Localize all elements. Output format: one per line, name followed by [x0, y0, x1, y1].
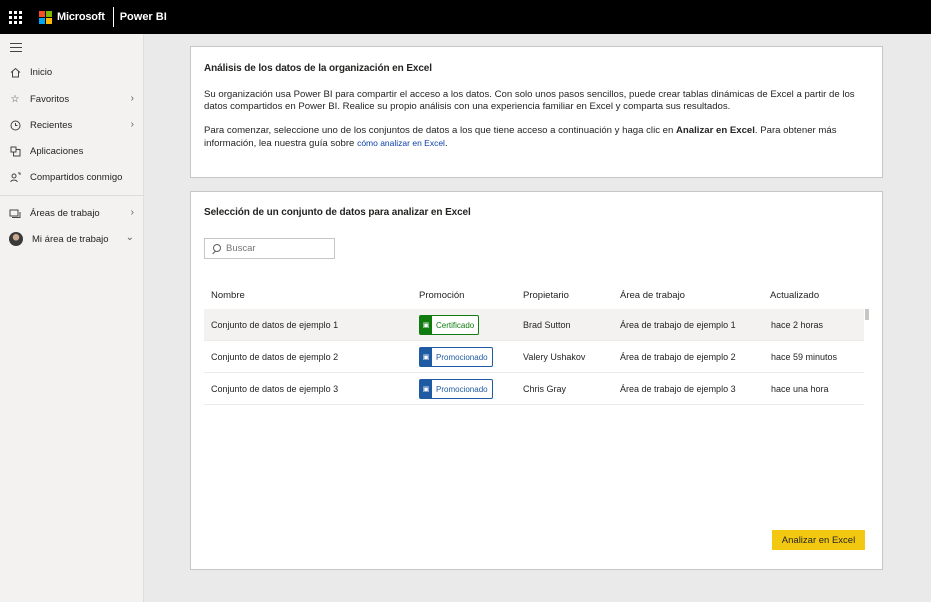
dataset-updated: hace una hora: [771, 384, 829, 394]
badge-label: Promocionado: [436, 352, 488, 362]
brand-name: Microsoft: [57, 11, 105, 23]
microsoft-logo: [39, 10, 52, 24]
dataset-selection-card: Selección de un conjunto de datos para a…: [190, 191, 883, 570]
certified-icon: ▣: [420, 316, 432, 334]
clock-icon: [9, 119, 21, 131]
shared-icon: [9, 171, 21, 183]
table-row[interactable]: Conjunto de datos de ejemplo 1 ▣ Certifi…: [204, 309, 864, 341]
intro-paragraph-2: Para comenzar, seleccione uno de los con…: [204, 125, 872, 151]
column-header-promotion[interactable]: Promoción: [419, 290, 464, 301]
search-box[interactable]: [204, 238, 335, 259]
dataset-name: Conjunto de datos de ejemplo 2: [211, 352, 339, 362]
intro-text-bold: Analizar en Excel: [676, 125, 755, 136]
search-input[interactable]: [226, 243, 326, 254]
analyze-in-excel-button[interactable]: Analizar en Excel: [772, 530, 865, 550]
intro-title: Análisis de los datos de la organización…: [204, 63, 432, 74]
star-icon: ☆: [10, 93, 20, 105]
badge-label: Promocionado: [436, 384, 488, 394]
sidebar: Inicio ☆ Favoritos › Recientes › Aplicac…: [0, 34, 144, 602]
home-icon: [9, 66, 21, 78]
sidebar-item-label: Aplicaciones: [30, 145, 84, 157]
sidebar-divider: [0, 195, 144, 196]
intro-text-start: Para comenzar, seleccione uno de los con…: [204, 125, 676, 136]
promoted-badge: ▣ Promocionado: [419, 347, 493, 367]
column-header-owner[interactable]: Propietario: [523, 290, 569, 301]
product-name[interactable]: Power BI: [120, 11, 167, 23]
avatar: [9, 232, 23, 246]
table-scrollbar[interactable]: [865, 309, 869, 320]
analyze-guide-link[interactable]: cómo analizar en Excel: [357, 138, 445, 148]
intro-paragraph-1: Su organización usa Power BI para compar…: [204, 89, 855, 113]
sidebar-item-favorites[interactable]: ☆ Favoritos ›: [0, 88, 144, 110]
chevron-right-icon[interactable]: ›: [131, 207, 134, 218]
apps-icon: [9, 145, 21, 157]
sidebar-item-label: Áreas de trabajo: [30, 207, 100, 219]
dataset-updated: hace 2 horas: [771, 320, 824, 330]
dataset-owner: Valery Ushakov: [523, 352, 586, 362]
search-icon: [211, 243, 221, 254]
table-row[interactable]: Conjunto de datos de ejemplo 2 ▣ Promoci…: [204, 341, 864, 373]
top-bar: Microsoft Power BI: [0, 0, 931, 34]
sidebar-item-apps[interactable]: Aplicaciones: [0, 140, 144, 162]
table-row[interactable]: Conjunto de datos de ejemplo 3 ▣ Promoci…: [204, 373, 864, 405]
chevron-right-icon[interactable]: ›: [131, 93, 134, 104]
dataset-name: Conjunto de datos de ejemplo 1: [211, 320, 339, 330]
sidebar-item-home[interactable]: Inicio: [0, 61, 144, 83]
sidebar-item-recent[interactable]: Recientes ›: [0, 114, 144, 136]
selection-title: Selección de un conjunto de datos para a…: [204, 207, 471, 218]
promoted-icon: ▣: [420, 348, 432, 366]
sidebar-item-label: Compartidos conmigo: [30, 171, 123, 183]
intro-card: Análisis de los datos de la organización…: [190, 46, 883, 178]
column-header-name[interactable]: Nombre: [211, 290, 245, 301]
badge-label: Certificado: [436, 320, 475, 330]
dataset-workspace: Área de trabajo de ejemplo 1: [620, 320, 736, 330]
certified-badge: ▣ Certificado: [419, 315, 480, 335]
sidebar-item-workspaces[interactable]: Áreas de trabajo ›: [0, 202, 144, 224]
promoted-icon: ▣: [420, 380, 432, 398]
column-header-updated[interactable]: Actualizado: [770, 290, 819, 301]
hamburger-menu-icon[interactable]: [10, 43, 22, 52]
sidebar-item-shared[interactable]: Compartidos conmigo: [0, 166, 144, 188]
column-header-workspace[interactable]: Área de trabajo: [620, 290, 685, 301]
sidebar-item-label: Mi área de trabajo: [32, 233, 109, 245]
dataset-name: Conjunto de datos de ejemplo 3: [211, 384, 339, 394]
dataset-updated: hace 59 minutos: [771, 352, 838, 362]
dataset-owner: Chris Gray: [523, 384, 567, 394]
dataset-workspace: Área de trabajo de ejemplo 3: [620, 384, 736, 394]
dataset-workspace: Área de trabajo de ejemplo 2: [620, 352, 736, 362]
brand-divider: [112, 7, 114, 27]
app-launcher-icon[interactable]: [0, 0, 30, 34]
sidebar-item-my-workspace[interactable]: Mi área de trabajo ⌄: [0, 228, 144, 250]
promoted-badge: ▣ Promocionado: [419, 379, 493, 399]
chevron-down-icon[interactable]: ⌄: [126, 232, 134, 243]
sidebar-item-label: Favoritos: [30, 93, 70, 105]
workspaces-icon: [9, 207, 21, 219]
sidebar-item-label: Recientes: [30, 119, 73, 131]
sidebar-item-label: Inicio: [30, 66, 53, 78]
chevron-right-icon[interactable]: ›: [131, 119, 134, 130]
intro-text-end: .: [444, 138, 448, 150]
dataset-owner: Brad Sutton: [523, 320, 571, 330]
